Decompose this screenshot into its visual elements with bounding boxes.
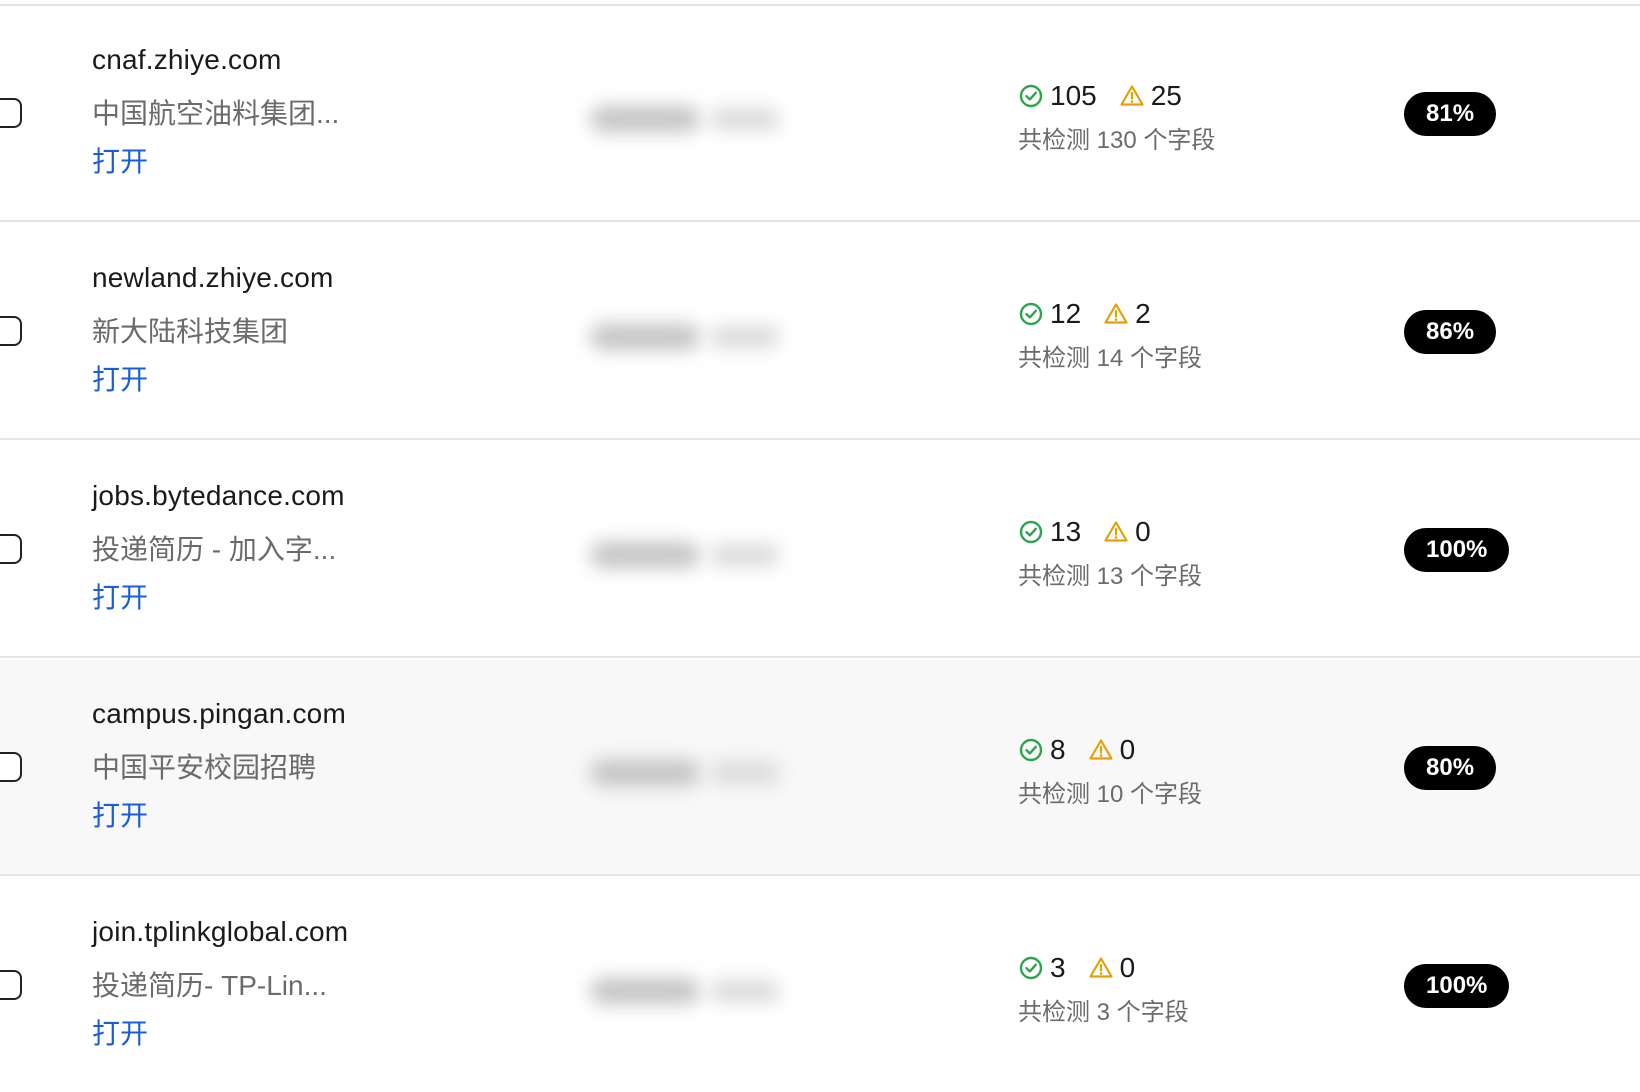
redacted-content: [560, 520, 810, 592]
site-title: 新大陆科技集团: [92, 316, 289, 347]
score-badge: 100%: [1404, 964, 1510, 1008]
list-item: newland.zhiye.com 新大陆科技集团 打开 12 2 共检测 14…: [0, 224, 1640, 440]
warning-triangle-icon: [1088, 737, 1114, 763]
row-checkbox[interactable]: [0, 316, 22, 346]
check-circle-icon: [1018, 83, 1044, 109]
row-checkbox[interactable]: [0, 970, 22, 1000]
warning-count: 25: [1150, 80, 1182, 111]
field-stats: 3 0: [1018, 950, 1135, 986]
warning-triangle-icon: [1103, 519, 1129, 545]
check-circle-icon: [1018, 301, 1044, 327]
score-badge: 86%: [1404, 310, 1497, 354]
site-domain: newland.zhiye.com: [92, 262, 334, 293]
redacted-content: [560, 738, 810, 810]
site-list: cnaf.zhiye.com 中国航空油料集团... 打开 105 25 共检测…: [0, 0, 1640, 1092]
row-checkbox[interactable]: [0, 752, 22, 782]
open-link[interactable]: 打开: [92, 140, 148, 180]
warning-count: 2: [1135, 298, 1151, 329]
site-title: 投递简历- TP-Lin...: [92, 970, 327, 1001]
check-circle-icon: [1018, 737, 1044, 763]
site-domain: cnaf.zhiye.com: [92, 44, 282, 75]
redacted-content: [560, 302, 810, 374]
fields-total: 共检测 13 个字段: [1018, 563, 1203, 590]
site-title: 投递简历 - 加入字...: [92, 534, 337, 565]
list-item: join.tplinkglobal.com 投递简历- TP-Lin... 打开…: [0, 878, 1640, 1092]
score-badge: 80%: [1404, 746, 1497, 790]
warning-count: 0: [1119, 734, 1136, 765]
passed-count: 3: [1050, 952, 1066, 983]
redacted-content: [560, 956, 810, 1028]
passed-count: 8: [1050, 734, 1066, 765]
redacted-content: [560, 84, 810, 156]
warning-triangle-icon: [1088, 955, 1114, 981]
fields-total: 共检测 3 个字段: [1018, 999, 1189, 1026]
fields-total: 共检测 130 个字段: [1018, 127, 1216, 154]
field-stats: 105 25: [1018, 78, 1182, 114]
site-title: 中国平安校园招聘: [92, 752, 317, 783]
warning-triangle-icon: [1103, 301, 1129, 327]
site-domain: jobs.bytedance.com: [92, 480, 345, 511]
warning-count: 0: [1135, 516, 1151, 547]
field-stats: 12 2: [1018, 296, 1151, 332]
open-link[interactable]: 打开: [92, 794, 148, 834]
score-badge: 100%: [1404, 528, 1510, 572]
list-item: cnaf.zhiye.com 中国航空油料集团... 打开 105 25 共检测…: [0, 6, 1640, 222]
field-stats: 13 0: [1018, 514, 1151, 550]
open-link[interactable]: 打开: [92, 576, 148, 616]
site-domain: join.tplinkglobal.com: [92, 916, 349, 947]
warning-count: 0: [1119, 952, 1136, 983]
open-link[interactable]: 打开: [92, 1012, 148, 1052]
open-link[interactable]: 打开: [92, 358, 148, 398]
fields-total: 共检测 10 个字段: [1018, 781, 1203, 808]
list-item: jobs.bytedance.com 投递简历 - 加入字... 打开 13 0…: [0, 442, 1640, 658]
row-checkbox[interactable]: [0, 534, 22, 564]
score-badge: 81%: [1404, 92, 1497, 136]
check-circle-icon: [1018, 519, 1044, 545]
passed-count: 13: [1050, 516, 1082, 547]
site-title: 中国航空油料集团...: [92, 98, 340, 129]
site-domain: campus.pingan.com: [92, 698, 346, 729]
passed-count: 12: [1050, 298, 1082, 329]
check-circle-icon: [1018, 955, 1044, 981]
passed-count: 105: [1050, 80, 1097, 111]
field-stats: 8 0: [1018, 732, 1135, 768]
fields-total: 共检测 14 个字段: [1018, 345, 1203, 372]
warning-triangle-icon: [1119, 83, 1145, 109]
list-item: campus.pingan.com 中国平安校园招聘 打开 8 0 共检测 10…: [0, 660, 1640, 876]
row-checkbox[interactable]: [0, 98, 22, 128]
